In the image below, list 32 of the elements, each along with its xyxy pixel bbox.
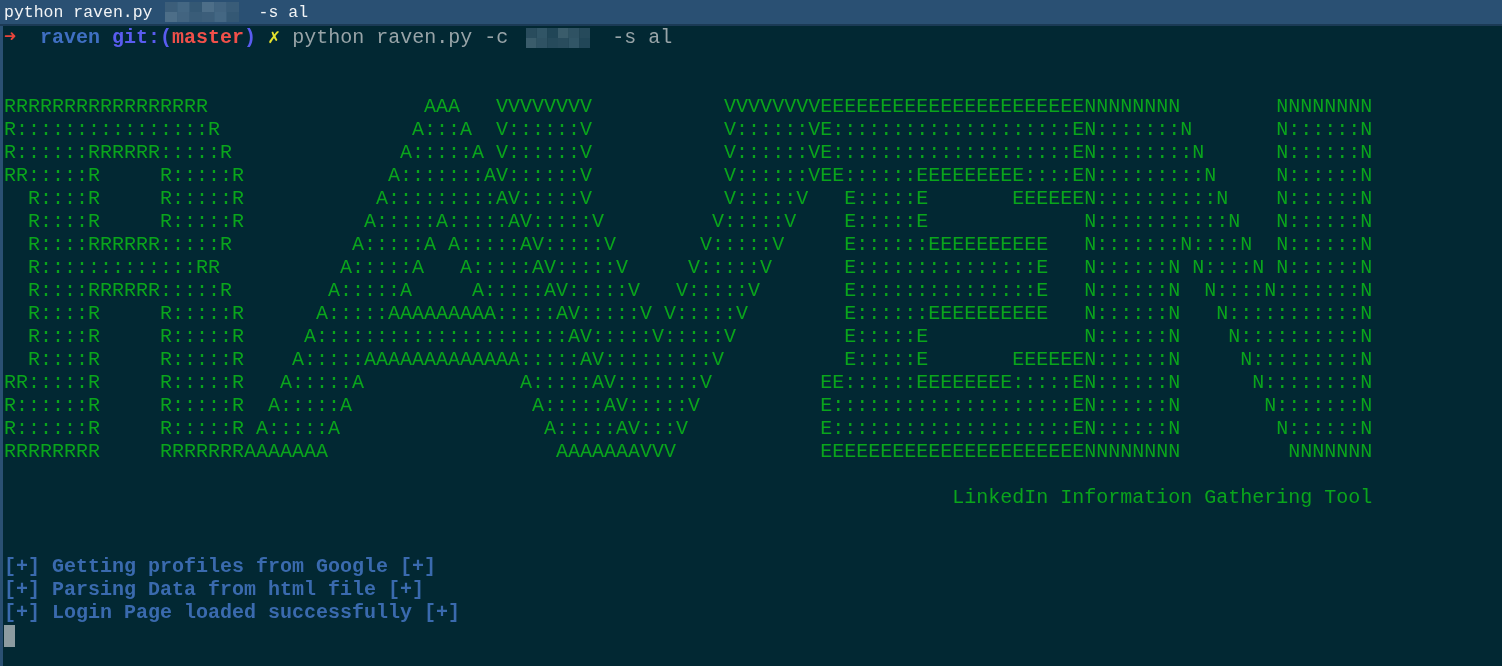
branch-name: master [172,26,245,49]
status-message: [+] Parsing Data from html file [+] [4,578,426,601]
ascii-art-line: R::::::R R:::::R A:::::A A:::::AV:::V E::::::::::::::::::::EN::::::N N::::::N [4,417,1374,440]
git-label: ) [244,26,257,49]
ascii-art-line: R::::R R:::::R A:::::::::::::::::::::AV:::::V:::::V E:::::E N::::::N N::::::::::N [27,325,1374,348]
directory-name: raven [40,26,101,49]
ascii-art-line: R::::R R:::::R A:::::::::AV:::::V V:::::V E:::::E EEEEEEN::::::::::N N::::::N [27,187,1374,210]
ascii-art-line: R::::::::::::::::R A:::A V::::::V V::::::VE::::::::::::::::::::EN:::::::N N::::::N [4,118,1374,141]
ascii-art-line: R::::R R:::::R A:::::A:::::AV:::::V V:::::V E:::::E N:::::::::::N N::::::N [27,210,1374,233]
ascii-art-line: RRRRRRRRRRRRRRRRR AAA VVVVVVVV VVVVVVVVEEEEEEEEEEEEEEEEEEEEEENNNNNNNN NNNNNNNN [4,95,1374,118]
ascii-art-line: RR:::::R R:::::R A:::::A A:::::AV:::::::V EE::::::EEEEEEEE:::::EN::::::N N::::::::N [4,371,1374,394]
ascii-art-line: RRRRRRRR RRRRRRRAAAAAAA AAAAAAAVVV EEEEEEEEEEEEEEEEEEEEEENNNNNNNN NNNNNNN [4,440,1374,463]
terminal-cursor [4,625,15,647]
title-text: -s al [258,2,309,22]
dirty-mark: ✗ [268,26,281,49]
command-text: python raven.py -c [292,26,509,49]
ascii-art-line: R::::RRRRRR:::::R A:::::A A:::::AV:::::V V:::::V E::::::EEEEEEEEEE N:::::::N::::N N::::::N [27,233,1374,256]
status-message: [+] Login Page loaded successfully [+] [4,601,462,624]
title-text: python raven.py [4,2,153,22]
ascii-art-line: RR:::::R R:::::R A:::::::AV::::::V V::::::VEE::::::EEEEEEEEE::::EN:::::::::N N::::::N [4,164,1374,187]
ascii-art-line: R::::::R R:::::R A:::::A A:::::AV:::::V E::::::::::::::::::::EN::::::N N:::::::N [4,394,1374,417]
command-text: -s al [612,26,673,49]
ascii-art-line: R::::RRRRRR:::::R A:::::A A:::::AV:::::V V:::::V E:::::::::::::::E N::::::N N::::N:::::::N [27,279,1374,302]
tagline-text: LinkedIn Information Gathering Tool [951,486,1373,509]
ascii-art-line: R::::::RRRRRR:::::R A:::::A V::::::V V::::::VE::::::::::::::::::::EN::::::::N N::::::N [4,141,1374,164]
status-message: [+] Getting profiles from Google [+] [4,555,438,578]
ascii-art-line: R::::R R:::::R A:::::AAAAAAAAA:::::AV:::::V V:::::V E::::::EEEEEEEEEE N::::::N N:::::::::::N [27,302,1374,325]
ascii-art-line: R:::::::::::::RR A:::::A A:::::AV:::::V V:::::V E:::::::::::::::E N::::::N N::::N N::::::N [27,256,1374,279]
mosaic-drawing [526,27,591,48]
prompt-arrow: ➜ [4,26,17,49]
ascii-art-line: R::::R R:::::R A:::::AAAAAAAAAAAAA:::::AV:::::::::V E:::::E EEEEEEN::::::N N:::::::::N [27,348,1374,371]
git-label: git:( [112,26,173,49]
